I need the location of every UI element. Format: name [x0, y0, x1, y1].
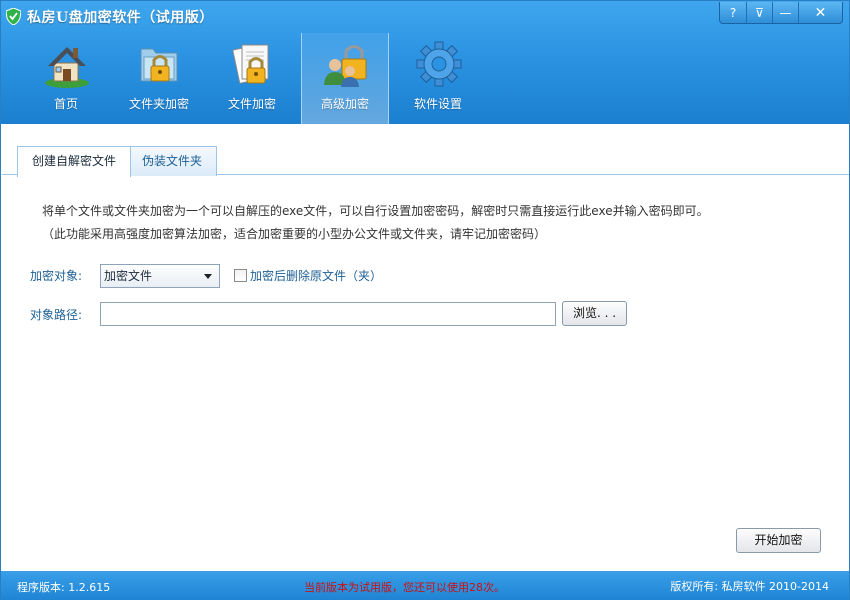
minimize-button[interactable]: —	[772, 2, 798, 23]
help-button[interactable]: ?	[720, 2, 746, 23]
nav-label-folder-encrypt: 文件夹加密	[128, 97, 189, 111]
nav-item-file-encrypt[interactable]: 文件加密	[208, 33, 296, 124]
browse-button[interactable]: 浏览. . .	[562, 301, 627, 326]
path-label: 对象路径:	[30, 308, 83, 322]
tab-disguise-folder[interactable]: 伪装文件夹	[127, 146, 218, 176]
nav-label-file-encrypt: 文件加密	[227, 97, 276, 111]
start-encrypt-button[interactable]: 开始加密	[736, 528, 821, 553]
home-icon	[45, 47, 89, 88]
nav-label-home: 首页	[53, 97, 78, 111]
status-bar: 程序版本: 1.2.615 当前版本为试用版，您还可以使用28次。 版权所有: …	[1, 571, 849, 600]
advanced-lock-icon	[324, 45, 367, 87]
description-line-2: （此功能采用高强度加密算法加密，适合加密重要的小型办公文件或文件夹，请牢记加密密…	[42, 227, 547, 241]
target-select-value: 加密文件	[104, 269, 153, 283]
tab-create-self-decrypt[interactable]: 创建自解密文件	[17, 146, 132, 177]
folder-lock-icon	[140, 48, 178, 82]
delete-original-checkbox[interactable]	[234, 269, 247, 282]
gear-icon	[416, 41, 462, 87]
tab-strip: 创建自解密文件 伪装文件夹	[2, 124, 849, 177]
file-lock-icon	[232, 44, 269, 84]
header: 私房U盘加密软件（试用版） ? ⊽ — ✕ 首页 文件夹加密 文件加密 高级加密…	[1, 1, 849, 124]
path-input[interactable]	[100, 302, 556, 326]
close-button[interactable]: ✕	[798, 2, 842, 23]
nav-item-settings[interactable]: 软件设置	[394, 33, 482, 124]
title-bar[interactable]: 私房U盘加密软件（试用版） ? ⊽ — ✕	[1, 1, 849, 31]
nav-item-folder-encrypt[interactable]: 文件夹加密	[115, 33, 203, 124]
nav-label-settings: 软件设置	[413, 97, 462, 111]
window-controls: ? ⊽ — ✕	[719, 2, 843, 24]
nav-item-advanced-encrypt[interactable]: 高级加密	[301, 33, 389, 124]
target-select[interactable]: 加密文件	[100, 264, 220, 288]
chevron-down-icon	[204, 274, 212, 279]
nav-item-home[interactable]: 首页	[22, 33, 110, 124]
target-label: 加密对象:	[30, 269, 83, 283]
app-window: 私房U盘加密软件（试用版） ? ⊽ — ✕ 首页 文件夹加密 文件加密 高级加密…	[0, 0, 850, 600]
description-line-1: 将单个文件或文件夹加密为一个可以自解压的exe文件，可以自行设置加密密码，解密时…	[42, 204, 709, 218]
delete-original-label[interactable]: 加密后删除原文件（夹）	[250, 267, 382, 284]
trial-notice: 当前版本为试用版，您还可以使用28次。	[304, 581, 505, 594]
window-title: 私房U盘加密软件（试用版）	[27, 10, 214, 26]
main-nav: 首页 文件夹加密 文件加密 高级加密 软件设置	[1, 33, 849, 124]
menu-button[interactable]: ⊽	[746, 2, 772, 23]
nav-label-advanced-encrypt: 高级加密	[320, 97, 369, 111]
copyright-text: 版权所有: 私房软件 2010-2014	[670, 580, 829, 593]
version-text: 程序版本: 1.2.615	[17, 581, 111, 594]
shield-logo-icon	[6, 8, 21, 25]
